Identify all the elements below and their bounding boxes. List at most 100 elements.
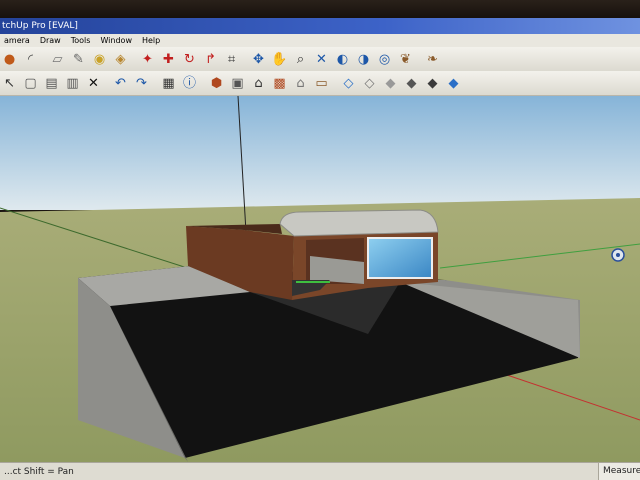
position-camera-button[interactable]: ◎ (375, 50, 394, 69)
walk-icon: ❦ (400, 51, 411, 67)
right-view-button[interactable]: ▩ (270, 74, 289, 93)
walk-button[interactable]: ❦ (396, 50, 415, 69)
next-view-button[interactable]: ◑ (354, 50, 373, 69)
orbit-button[interactable]: ✥ (249, 50, 268, 69)
scene-canvas[interactable] (0, 96, 640, 462)
top-view-button[interactable]: ▣ (228, 74, 247, 93)
monochrome-style-icon: ◆ (448, 75, 459, 91)
delete-button[interactable]: ✕ (84, 74, 103, 93)
menu-draw[interactable]: Draw (36, 34, 67, 47)
undo-button[interactable]: ↶ (111, 74, 130, 93)
previous-view-icon: ◐ (336, 51, 349, 67)
front-view-button[interactable]: ⌂ (249, 74, 268, 93)
menu-tools[interactable]: Tools (67, 34, 97, 47)
move-button[interactable]: ✚ (159, 50, 178, 69)
wireframe-style-button[interactable]: ◇ (360, 74, 379, 93)
xray-style-button[interactable]: ◇ (339, 74, 358, 93)
shaded-textures-style-icon: ◆ (427, 75, 438, 91)
wireframe-style-icon: ◇ (364, 75, 375, 91)
circle-tool-button[interactable]: ● (0, 50, 19, 69)
redo-button[interactable]: ↷ (132, 74, 151, 93)
pencil-icon: ✎ (73, 51, 84, 67)
zoom-extents-icon: ✕ (316, 51, 327, 67)
status-bar: ...ct Shift = Pan Measure (0, 462, 640, 480)
zoom-icon: ⌕ (296, 51, 305, 67)
menu-help[interactable]: Help (138, 34, 166, 47)
open-file-icon: ▤ (45, 75, 58, 91)
pan-hand-button[interactable]: ✋ (270, 50, 289, 69)
delete-icon: ✕ (88, 75, 99, 91)
shaded-style-button[interactable]: ◆ (402, 74, 421, 93)
orbit-icon: ✥ (253, 51, 264, 67)
eraser-button[interactable]: ▱ (48, 50, 67, 69)
title-bar: tchUp Pro [EVAL] (0, 18, 640, 34)
orbit-cursor-icon (611, 248, 625, 262)
curved-roof (279, 209, 439, 237)
glass-window (367, 237, 433, 279)
iso-view-button[interactable]: ⬢ (207, 74, 226, 93)
paint-bucket-button[interactable]: ◈ (111, 50, 130, 69)
look-around-button[interactable]: ❧ (423, 50, 442, 69)
tape-measure-icon: ◉ (93, 51, 106, 67)
front-view-icon: ⌂ (254, 75, 263, 91)
save-file-button[interactable]: ▥ (63, 74, 82, 93)
tape-measure-button[interactable]: ◉ (90, 50, 109, 69)
model-info-button[interactable]: ⓘ (180, 74, 199, 93)
rotate-button[interactable]: ↻ (180, 50, 199, 69)
undo-icon: ↶ (115, 75, 126, 91)
follow-me-button[interactable]: ↱ (201, 50, 220, 69)
shaded-textures-style-button[interactable]: ◆ (423, 74, 442, 93)
menu-bar: amera Draw Tools Window Help (0, 34, 640, 47)
follow-me-icon: ↱ (205, 51, 216, 67)
open-file-button[interactable]: ▤ (42, 74, 61, 93)
paint-bucket-icon: ◈ (115, 51, 126, 67)
measurements-label: Measure (603, 466, 640, 476)
redo-icon: ↷ (136, 75, 147, 91)
views-toolbar: ↖ ▢ ▤ ▥ ✕ ↶ ↷ ▦ ⓘ ⬢ ▣ ⌂ ▩ ⌂ ▭ ◇ ◇ ◆ ◆ ◆ ◆ (0, 71, 640, 96)
model-viewport[interactable] (0, 96, 640, 462)
right-view-icon: ▩ (273, 75, 286, 91)
shaded-style-icon: ◆ (406, 75, 417, 91)
print-button[interactable]: ▦ (159, 74, 178, 93)
left-view-icon: ▭ (315, 75, 328, 91)
push-pull-button[interactable]: ✦ (138, 50, 157, 69)
arc-tool-button[interactable]: ◜ (21, 50, 40, 69)
sky (0, 96, 640, 210)
rotate-icon: ↻ (184, 51, 195, 67)
pan-hand-icon: ✋ (271, 51, 288, 67)
hidden-line-style-icon: ◆ (385, 75, 396, 91)
previous-view-button[interactable]: ◐ (333, 50, 352, 69)
push-pull-icon: ✦ (142, 51, 153, 67)
xray-style-icon: ◇ (343, 75, 354, 91)
look-around-icon: ❧ (427, 51, 438, 67)
next-view-icon: ◑ (357, 51, 370, 67)
offset-button[interactable]: ⌗ (222, 50, 241, 69)
circle-tool-icon: ● (3, 51, 16, 67)
offset-icon: ⌗ (227, 51, 236, 67)
back-view-button[interactable]: ⌂ (291, 74, 310, 93)
save-file-icon: ▥ (66, 75, 79, 91)
print-icon: ▦ (162, 75, 175, 91)
status-hint: ...ct Shift = Pan (4, 467, 74, 477)
zoom-button[interactable]: ⌕ (291, 50, 310, 69)
screen: tchUp Pro [EVAL] amera Draw Tools Window… (0, 0, 640, 480)
hidden-line-style-button[interactable]: ◆ (381, 74, 400, 93)
back-view-icon: ⌂ (296, 75, 305, 91)
select-arrow-button[interactable]: ↖ (0, 74, 19, 93)
arc-tool-icon: ◜ (27, 51, 34, 67)
move-icon: ✚ (163, 51, 174, 67)
zoom-extents-button[interactable]: ✕ (312, 50, 331, 69)
main-toolbar: ● ◜ ▱ ✎ ◉ ◈ ✦ ✚ ↻ ↱ ⌗ ✥ ✋ ⌕ ✕ ◐ ◑ ◎ ❦ ❧ (0, 47, 640, 72)
iso-view-icon: ⬢ (210, 75, 223, 91)
measurements-box[interactable]: Measure (598, 463, 640, 480)
select-arrow-icon: ↖ (4, 75, 15, 91)
left-view-button[interactable]: ▭ (312, 74, 331, 93)
menu-window[interactable]: Window (96, 34, 138, 47)
pencil-button[interactable]: ✎ (69, 50, 88, 69)
eraser-icon: ▱ (52, 51, 63, 67)
monochrome-style-button[interactable]: ◆ (444, 74, 463, 93)
top-view-icon: ▣ (231, 75, 244, 91)
menu-camera[interactable]: amera (0, 34, 36, 47)
new-file-button[interactable]: ▢ (21, 74, 40, 93)
model-info-icon: ⓘ (182, 75, 196, 91)
